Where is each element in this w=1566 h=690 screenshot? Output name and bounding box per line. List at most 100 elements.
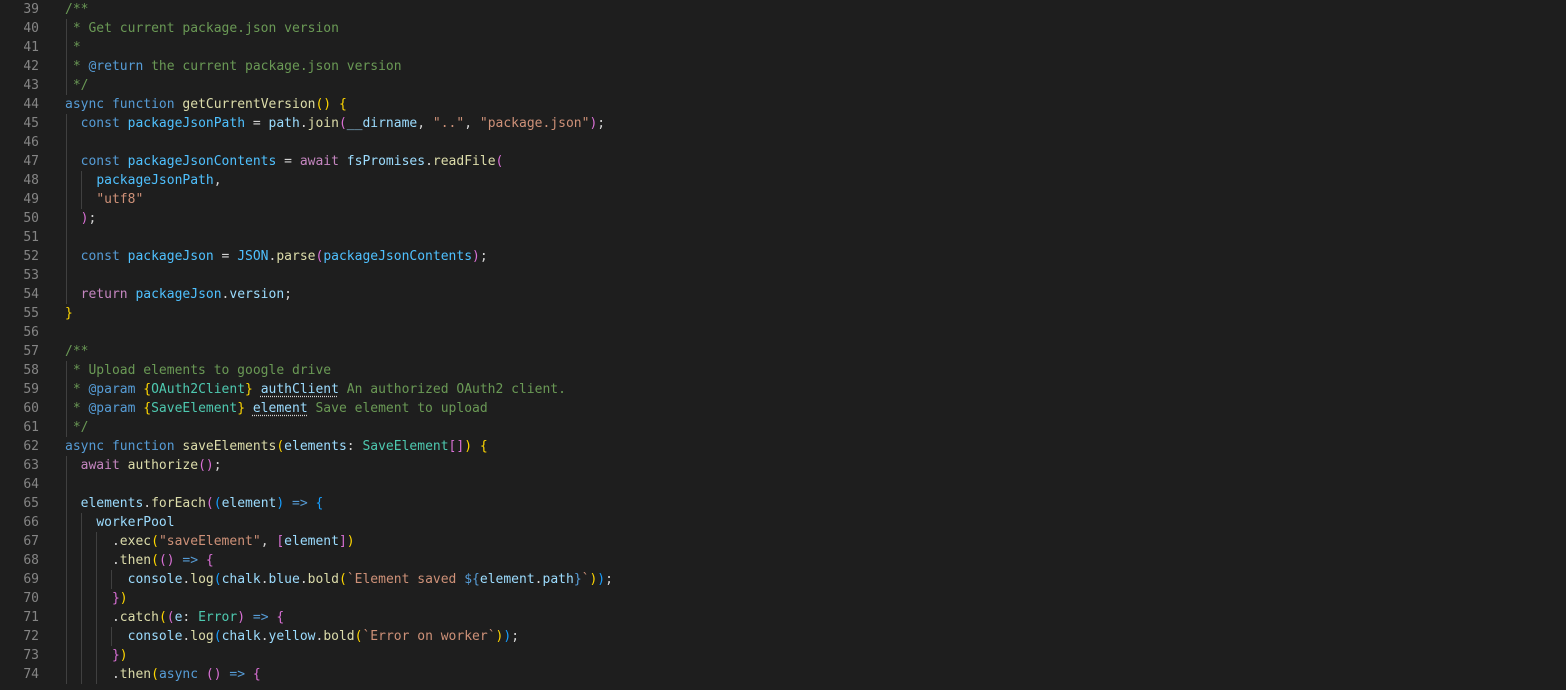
code-token: the current package.json version	[143, 59, 402, 74]
code-line[interactable]: 53	[0, 266, 1566, 285]
line-code: async function saveElements(elements: Sa…	[65, 437, 488, 456]
code-line[interactable]: 43 */	[0, 76, 1566, 95]
line-code: .catch((e: Error) => {	[65, 608, 284, 627]
code-line[interactable]: 69 console.log(chalk.blue.bold(`Element …	[0, 570, 1566, 589]
code-token: SaveElement	[151, 401, 238, 416]
line-code: console.log(chalk.yellow.bold(`Error on …	[65, 627, 519, 646]
code-token: ${	[464, 572, 480, 587]
code-line[interactable]: 41 *	[0, 38, 1566, 57]
code-token: __dirname	[346, 116, 418, 131]
code-line[interactable]: 46	[0, 133, 1566, 152]
code-line[interactable]: 50 );	[0, 209, 1566, 228]
code-token: function	[111, 97, 175, 112]
code-token: packageJsonPath	[127, 116, 246, 131]
code-token: saveElements	[182, 439, 277, 454]
code-line[interactable]: 51	[0, 228, 1566, 247]
code-token: elements	[284, 439, 347, 454]
code-token: {	[479, 439, 488, 454]
code-line[interactable]: 54 return packageJson.version;	[0, 285, 1566, 304]
code-token: =	[213, 249, 238, 264]
code-line[interactable]: 73 })	[0, 646, 1566, 665]
code-line[interactable]: 48 packageJsonPath,	[0, 171, 1566, 190]
code-line[interactable]: 55}	[0, 304, 1566, 323]
code-line[interactable]: 70 })	[0, 589, 1566, 608]
code-token: .	[534, 572, 543, 587]
code-line[interactable]: 66 workerPool	[0, 513, 1566, 532]
code-line[interactable]: 59 * @param {OAuth2Client} authClient An…	[0, 380, 1566, 399]
code-line[interactable]: 40 * Get current package.json version	[0, 19, 1566, 38]
code-token: ,	[213, 173, 222, 188]
line-code: return packageJson.version;	[65, 285, 292, 304]
code-token: log	[190, 629, 214, 644]
code-line[interactable]: 60 * @param {SaveElement} element Save e…	[0, 399, 1566, 418]
line-code: *	[65, 38, 81, 57]
code-line[interactable]: 63 await authorize();	[0, 456, 1566, 475]
line-number: 59	[23, 382, 39, 397]
code-token: const	[80, 154, 120, 169]
code-line[interactable]: 71 .catch((e: Error) => {	[0, 608, 1566, 627]
code-line[interactable]: 49 "utf8"	[0, 190, 1566, 209]
code-line[interactable]: 45 const packageJsonPath = path.join(__d…	[0, 114, 1566, 133]
line-code: const packageJsonContents = await fsProm…	[65, 152, 504, 171]
code-token: yellow	[268, 629, 316, 644]
code-token: workerPool	[96, 515, 175, 530]
code-line[interactable]: 72 console.log(chalk.yellow.bold(`Error …	[0, 627, 1566, 646]
code-line[interactable]: 58 * Upload elements to google drive	[0, 361, 1566, 380]
code-token: OAuth2Client	[151, 382, 246, 397]
line-number: 46	[23, 135, 39, 150]
line-number: 74	[23, 667, 39, 682]
code-line[interactable]: 65 elements.forEach((element) => {	[0, 494, 1566, 513]
line-number: 65	[23, 496, 39, 511]
code-line[interactable]: 68 .then(() => {	[0, 551, 1566, 570]
indent-guide	[96, 532, 97, 684]
code-line[interactable]: 64	[0, 475, 1566, 494]
line-number: 40	[23, 21, 39, 36]
code-token: )	[276, 496, 285, 511]
code-token: {	[338, 97, 347, 112]
code-token: )	[119, 591, 128, 606]
line-number: 53	[23, 268, 39, 283]
code-token: .	[299, 116, 308, 131]
code-line[interactable]: 57 /**	[0, 342, 1566, 361]
line-code: "utf8"	[65, 190, 143, 209]
code-token: forEach	[151, 496, 206, 511]
code-line[interactable]: 74 .then(async () => {	[0, 665, 1566, 684]
code-token: ()	[315, 97, 332, 112]
code-token: ,	[464, 116, 480, 131]
code-token: console	[127, 629, 183, 644]
indent-guide	[66, 19, 67, 95]
code-token: "utf8"	[96, 192, 144, 207]
code-editor[interactable]: 39 /** 40 * Get current package.json versi…	[0, 0, 1566, 690]
code-token: `Error on worker`	[362, 629, 496, 644]
code-line[interactable]: 61 */	[0, 418, 1566, 437]
code-token: .	[65, 667, 120, 682]
code-line[interactable]: 62 async function saveElements(elements: …	[0, 437, 1566, 456]
line-number: 54	[23, 287, 39, 302]
code-line[interactable]: 67 .exec("saveElement", [element])	[0, 532, 1566, 551]
code-line[interactable]: 47 const packageJsonContents = await fsP…	[0, 152, 1566, 171]
line-number: 69	[23, 572, 39, 587]
code-line[interactable]: 56	[0, 323, 1566, 342]
code-line[interactable]: 52 const packageJson = JSON.parse(packag…	[0, 247, 1566, 266]
line-number: 43	[23, 78, 39, 93]
code-token: (	[276, 439, 285, 454]
code-token: then	[119, 553, 152, 568]
line-number: 73	[23, 648, 39, 663]
code-line[interactable]: 42 * @return the current package.json ve…	[0, 57, 1566, 76]
code-token: async	[65, 97, 105, 112]
code-line[interactable]: 39 /**	[0, 0, 1566, 19]
code-token: authorize	[127, 458, 199, 473]
code-token: )	[237, 610, 246, 625]
code-token: "saveElement"	[158, 534, 261, 549]
code-line[interactable]: 44 async function getCurrentVersion() {	[0, 95, 1566, 114]
line-number: 52	[23, 249, 39, 264]
line-code: /**	[65, 0, 88, 19]
